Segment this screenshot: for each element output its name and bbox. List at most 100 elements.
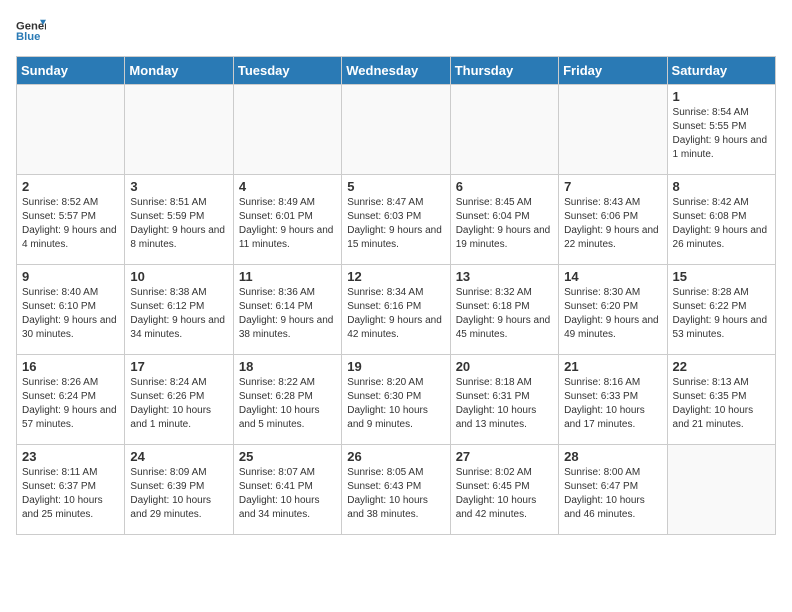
calendar-cell <box>125 85 233 175</box>
day-info: Sunrise: 8:24 AM Sunset: 6:26 PM Dayligh… <box>130 376 227 432</box>
logo: General Blue <box>16 16 46 46</box>
calendar-cell: 4 Sunrise: 8:49 AM Sunset: 6:01 PM Daylig… <box>233 175 341 265</box>
calendar-cell: 24 Sunrise: 8:09 AM Sunset: 6:39 PM Dayli… <box>125 445 233 535</box>
calendar-cell: 19 Sunrise: 8:20 AM Sunset: 6:30 PM Dayli… <box>342 355 450 445</box>
day-number: 28 <box>564 449 661 464</box>
calendar-cell: 14 Sunrise: 8:30 AM Sunset: 6:20 PM Dayli… <box>559 265 667 355</box>
weekday-header-saturday: Saturday <box>667 57 775 85</box>
day-number: 15 <box>673 269 770 284</box>
day-info: Sunrise: 8:18 AM Sunset: 6:31 PM Dayligh… <box>456 376 553 432</box>
calendar-cell: 10 Sunrise: 8:38 AM Sunset: 6:12 PM Dayli… <box>125 265 233 355</box>
calendar-cell <box>667 445 775 535</box>
day-info: Sunrise: 8:40 AM Sunset: 6:10 PM Dayligh… <box>22 286 119 342</box>
day-info: Sunrise: 8:20 AM Sunset: 6:30 PM Dayligh… <box>347 376 444 432</box>
calendar-cell: 26 Sunrise: 8:05 AM Sunset: 6:43 PM Dayli… <box>342 445 450 535</box>
day-number: 21 <box>564 359 661 374</box>
day-info: Sunrise: 8:54 AM Sunset: 5:55 PM Dayligh… <box>673 106 770 162</box>
calendar-cell: 12 Sunrise: 8:34 AM Sunset: 6:16 PM Dayli… <box>342 265 450 355</box>
day-info: Sunrise: 8:49 AM Sunset: 6:01 PM Dayligh… <box>239 196 336 252</box>
calendar-cell: 7 Sunrise: 8:43 AM Sunset: 6:06 PM Daylig… <box>559 175 667 265</box>
day-info: Sunrise: 8:16 AM Sunset: 6:33 PM Dayligh… <box>564 376 661 432</box>
calendar-cell: 13Sunrise: 8:32 AM Sunset: 6:18 PM Dayli… <box>450 265 558 355</box>
day-number: 1 <box>673 89 770 104</box>
day-number: 14 <box>564 269 661 284</box>
day-info: Sunrise: 8:47 AM Sunset: 6:03 PM Dayligh… <box>347 196 444 252</box>
day-info: Sunrise: 8:36 AM Sunset: 6:14 PM Dayligh… <box>239 286 336 342</box>
day-number: 11 <box>239 269 336 284</box>
calendar-cell: 2 Sunrise: 8:52 AM Sunset: 5:57 PM Daylig… <box>17 175 125 265</box>
day-number: 18 <box>239 359 336 374</box>
day-number: 6 <box>456 179 553 194</box>
calendar-cell: 21 Sunrise: 8:16 AM Sunset: 6:33 PM Dayli… <box>559 355 667 445</box>
calendar-cell: 9 Sunrise: 8:40 AM Sunset: 6:10 PM Daylig… <box>17 265 125 355</box>
weekday-header-thursday: Thursday <box>450 57 558 85</box>
day-number: 10 <box>130 269 227 284</box>
calendar-cell: 11 Sunrise: 8:36 AM Sunset: 6:14 PM Dayli… <box>233 265 341 355</box>
day-number: 25 <box>239 449 336 464</box>
day-number: 3 <box>130 179 227 194</box>
day-info: Sunrise: 8:11 AM Sunset: 6:37 PM Dayligh… <box>22 466 119 522</box>
day-info: Sunrise: 8:34 AM Sunset: 6:16 PM Dayligh… <box>347 286 444 342</box>
calendar-cell: 16 Sunrise: 8:26 AM Sunset: 6:24 PM Dayli… <box>17 355 125 445</box>
weekday-header-monday: Monday <box>125 57 233 85</box>
calendar-cell <box>342 85 450 175</box>
calendar-cell: 28 Sunrise: 8:00 AM Sunset: 6:47 PM Dayli… <box>559 445 667 535</box>
weekday-header-wednesday: Wednesday <box>342 57 450 85</box>
day-number: 16 <box>22 359 119 374</box>
day-number: 23 <box>22 449 119 464</box>
calendar-cell: 6 Sunrise: 8:45 AM Sunset: 6:04 PM Daylig… <box>450 175 558 265</box>
calendar-table: SundayMondayTuesdayWednesdayThursdayFrid… <box>16 56 776 535</box>
weekday-header-friday: Friday <box>559 57 667 85</box>
day-number: 26 <box>347 449 444 464</box>
calendar-cell <box>559 85 667 175</box>
day-info: Sunrise: 8:26 AM Sunset: 6:24 PM Dayligh… <box>22 376 119 432</box>
logo-icon: General Blue <box>16 16 46 46</box>
calendar-cell: 20 Sunrise: 8:18 AM Sunset: 6:31 PM Dayli… <box>450 355 558 445</box>
day-number: 24 <box>130 449 227 464</box>
day-info: Sunrise: 8:07 AM Sunset: 6:41 PM Dayligh… <box>239 466 336 522</box>
day-info: Sunrise: 8:02 AM Sunset: 6:45 PM Dayligh… <box>456 466 553 522</box>
day-number: 20 <box>456 359 553 374</box>
day-info: Sunrise: 8:43 AM Sunset: 6:06 PM Dayligh… <box>564 196 661 252</box>
calendar-cell <box>450 85 558 175</box>
calendar-cell: 1 Sunrise: 8:54 AM Sunset: 5:55 PM Daylig… <box>667 85 775 175</box>
day-info: Sunrise: 8:45 AM Sunset: 6:04 PM Dayligh… <box>456 196 553 252</box>
day-number: 8 <box>673 179 770 194</box>
day-info: Sunrise: 8:00 AM Sunset: 6:47 PM Dayligh… <box>564 466 661 522</box>
day-number: 7 <box>564 179 661 194</box>
calendar-cell <box>17 85 125 175</box>
day-info: Sunrise: 8:30 AM Sunset: 6:20 PM Dayligh… <box>564 286 661 342</box>
day-number: 22 <box>673 359 770 374</box>
calendar-cell: 27 Sunrise: 8:02 AM Sunset: 6:45 PM Dayli… <box>450 445 558 535</box>
svg-text:Blue: Blue <box>16 31 40 43</box>
day-number: 4 <box>239 179 336 194</box>
day-info: Sunrise: 8:22 AM Sunset: 6:28 PM Dayligh… <box>239 376 336 432</box>
calendar-cell: 18 Sunrise: 8:22 AM Sunset: 6:28 PM Dayli… <box>233 355 341 445</box>
day-number: 17 <box>130 359 227 374</box>
day-number: 27 <box>456 449 553 464</box>
calendar-cell: 22 Sunrise: 8:13 AM Sunset: 6:35 PM Dayli… <box>667 355 775 445</box>
day-number: 19 <box>347 359 444 374</box>
day-number: 5 <box>347 179 444 194</box>
page-header: General Blue <box>16 16 776 46</box>
day-info: Sunrise: 8:05 AM Sunset: 6:43 PM Dayligh… <box>347 466 444 522</box>
calendar-cell: 25 Sunrise: 8:07 AM Sunset: 6:41 PM Dayli… <box>233 445 341 535</box>
calendar-cell: 5 Sunrise: 8:47 AM Sunset: 6:03 PM Daylig… <box>342 175 450 265</box>
calendar-cell: 8 Sunrise: 8:42 AM Sunset: 6:08 PM Daylig… <box>667 175 775 265</box>
day-info: Sunrise: 8:42 AM Sunset: 6:08 PM Dayligh… <box>673 196 770 252</box>
day-info: Sunrise: 8:38 AM Sunset: 6:12 PM Dayligh… <box>130 286 227 342</box>
day-number: 12 <box>347 269 444 284</box>
day-info: Sunrise: 8:52 AM Sunset: 5:57 PM Dayligh… <box>22 196 119 252</box>
calendar-cell: 23 Sunrise: 8:11 AM Sunset: 6:37 PM Dayli… <box>17 445 125 535</box>
day-info: Sunrise: 8:51 AM Sunset: 5:59 PM Dayligh… <box>130 196 227 252</box>
calendar-cell <box>233 85 341 175</box>
day-number: 9 <box>22 269 119 284</box>
calendar-cell: 3 Sunrise: 8:51 AM Sunset: 5:59 PM Daylig… <box>125 175 233 265</box>
day-info: Sunrise: 8:28 AM Sunset: 6:22 PM Dayligh… <box>673 286 770 342</box>
day-info: Sunrise: 8:09 AM Sunset: 6:39 PM Dayligh… <box>130 466 227 522</box>
day-number: 2 <box>22 179 119 194</box>
calendar-cell: 17 Sunrise: 8:24 AM Sunset: 6:26 PM Dayli… <box>125 355 233 445</box>
day-info: Sunrise: 8:13 AM Sunset: 6:35 PM Dayligh… <box>673 376 770 432</box>
weekday-header-tuesday: Tuesday <box>233 57 341 85</box>
day-number: 13 <box>456 269 553 284</box>
